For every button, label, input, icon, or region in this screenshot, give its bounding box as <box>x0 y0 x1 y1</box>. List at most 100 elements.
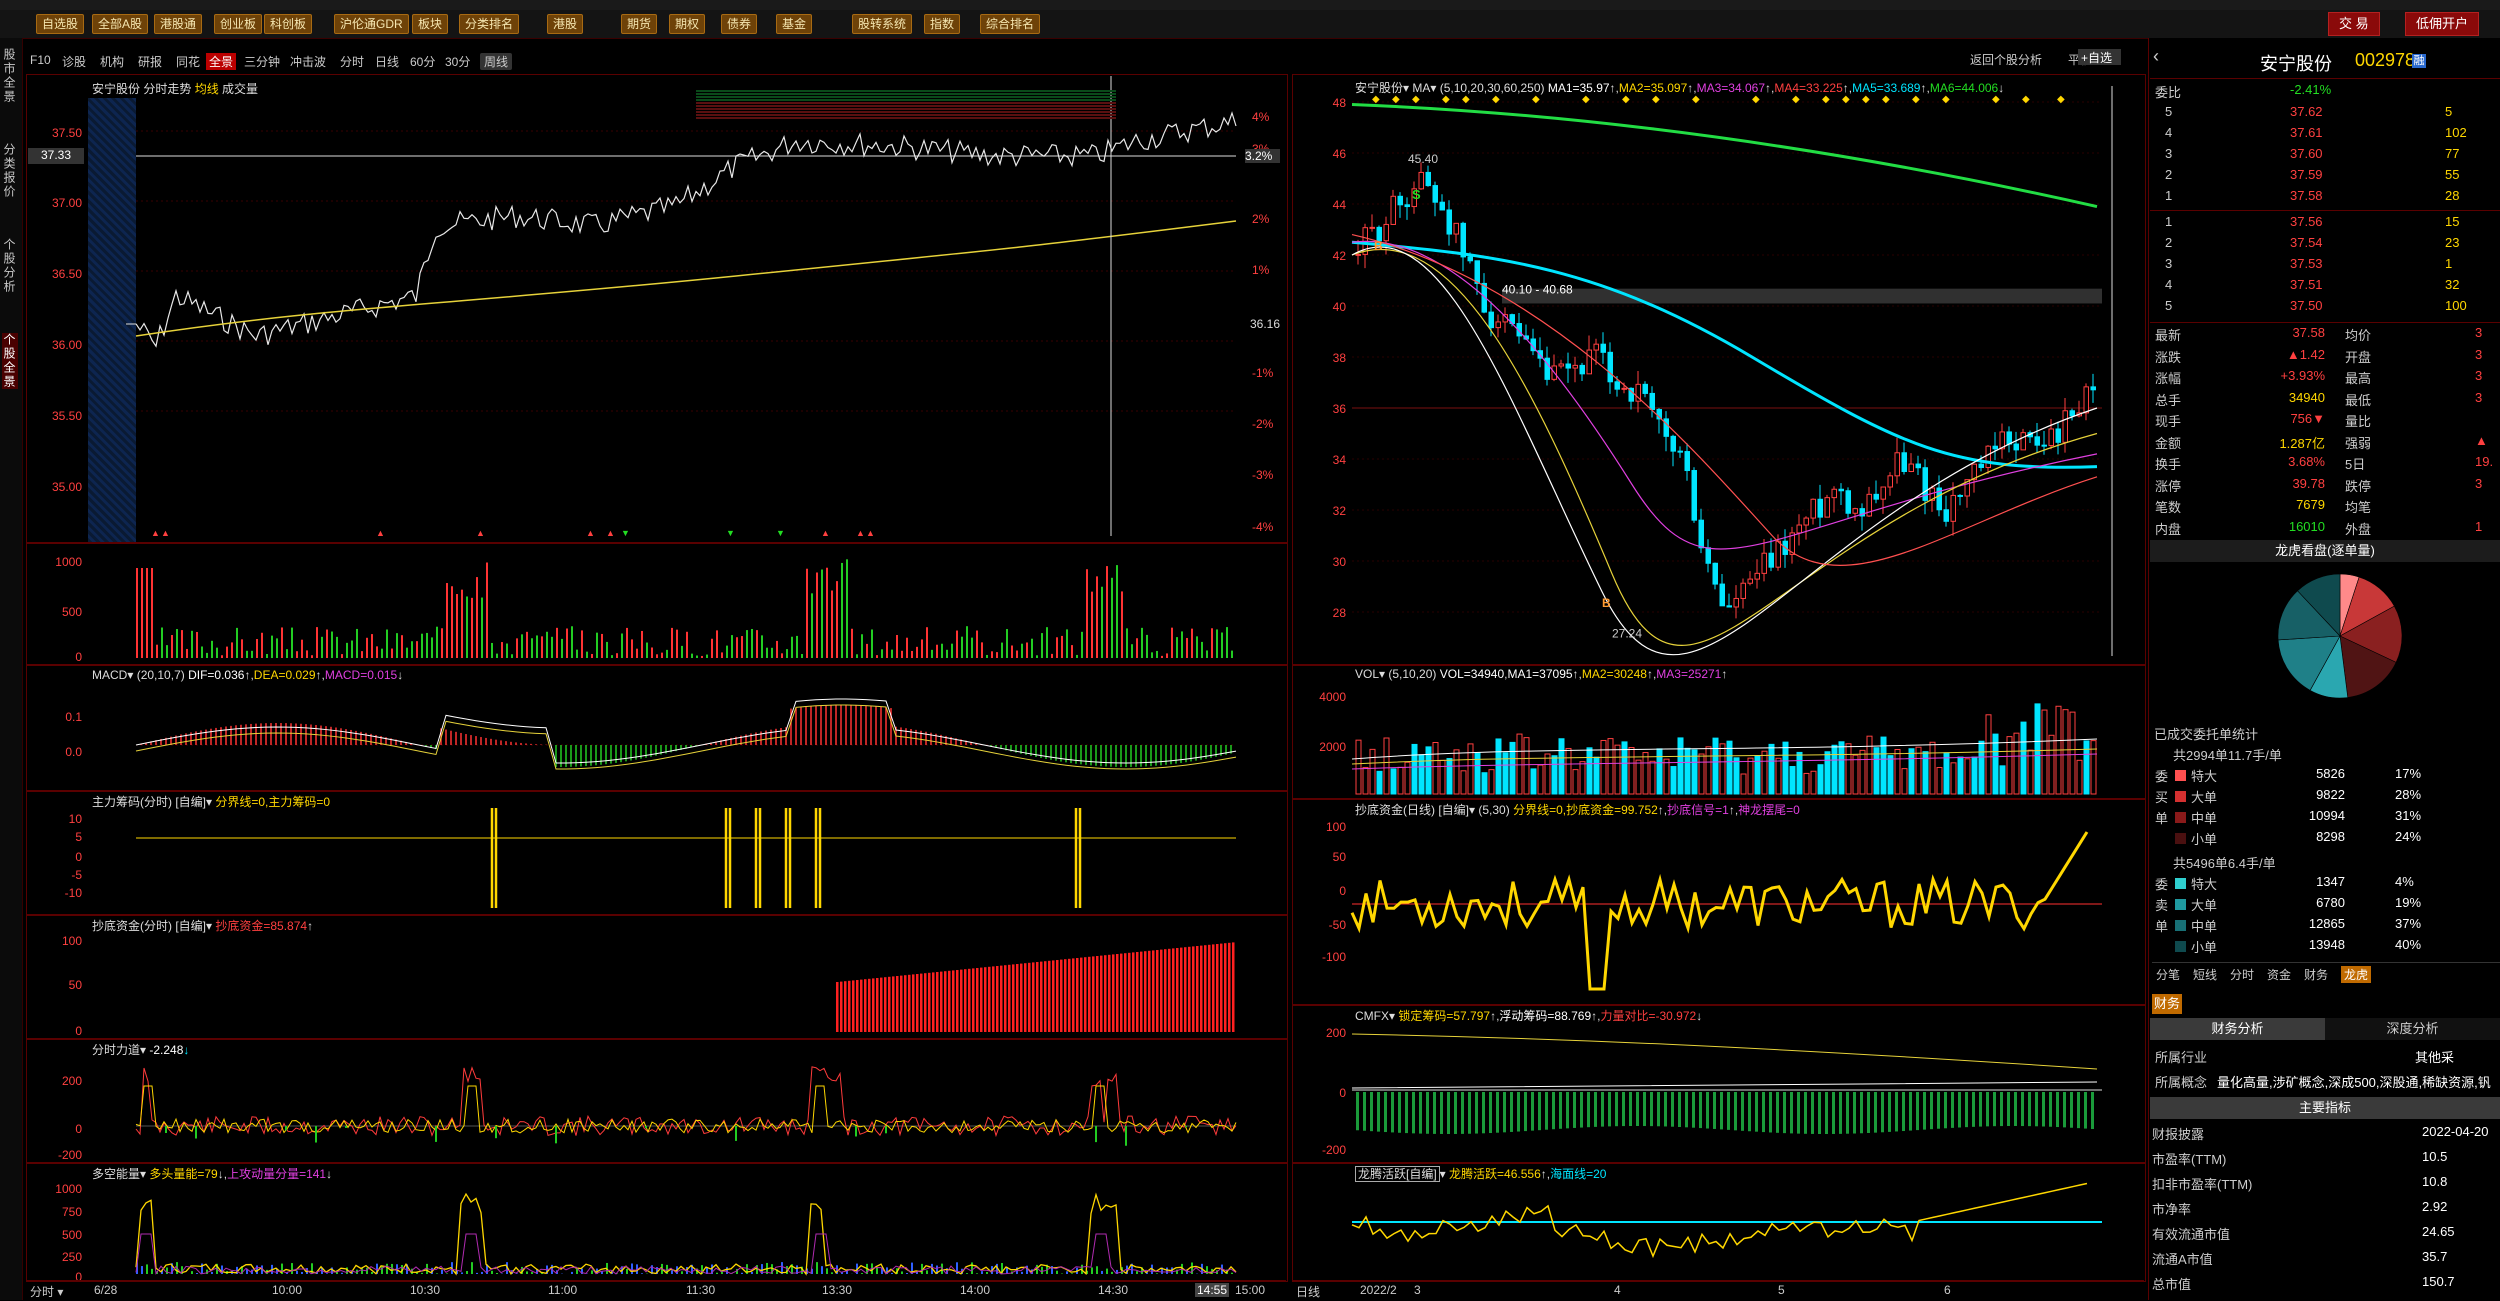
margin-account-button[interactable]: 低佣开户 <box>2405 12 2479 36</box>
tab-market-overview[interactable]: 股市全景 <box>2 48 18 104</box>
dvol-axis-label: 4000 <box>1304 690 1346 704</box>
toolbar-button-10[interactable]: 期权 <box>669 14 705 34</box>
period-intraday[interactable]: 分时 <box>340 53 364 70</box>
intraday-period-button[interactable]: 分时 ▾ <box>30 1283 63 1300</box>
daily-price-axis-label: 34 <box>1304 453 1346 467</box>
toolbar-button-8[interactable]: 港股 <box>547 14 583 34</box>
research-button[interactable]: 研报 <box>138 53 162 70</box>
quote-tab-4[interactable]: 财务 <box>2304 966 2328 983</box>
svg-text:▲: ▲ <box>376 528 385 538</box>
quote-tab-5[interactable]: 龙虎 <box>2341 966 2371 983</box>
toolbar-button-9[interactable]: 期货 <box>621 14 657 34</box>
stat-label: 涨幅 <box>2155 368 2181 387</box>
toolbar-button-2[interactable]: 港股通 <box>154 14 202 34</box>
trade-button[interactable]: 交 易 <box>2328 12 2380 36</box>
account-icon[interactable]: 融 <box>2412 54 2426 68</box>
price-axis-label: 35.00 <box>40 480 82 494</box>
tonghua-button[interactable]: 同花 <box>176 53 200 70</box>
toolbar-button-0[interactable]: 自选股 <box>36 14 84 34</box>
macd-axis-label: 0.0 <box>40 745 82 759</box>
vol-axis-label: 0 <box>40 650 82 664</box>
metric-row: 市盈率(TTM)10.5 <box>2152 1149 2497 1171</box>
toolbar-button-5[interactable]: 沪伦通GDR <box>334 14 409 34</box>
fs-axis-label: 0 <box>40 1122 82 1136</box>
stat-value: ▲ <box>2475 433 2488 448</box>
time-axis-label: 11:30 <box>686 1283 715 1297</box>
stat-label: 均价 <box>2345 325 2371 344</box>
base-price-label: 36.16 <box>1250 317 1280 331</box>
stat-row: 涨跌▲1.42开盘3 <box>2155 347 2500 367</box>
svg-text:◆: ◆ <box>1532 94 1540 105</box>
color-swatch <box>2175 941 2186 952</box>
buy-level-row: 337.531 <box>2155 256 2500 276</box>
color-swatch <box>2175 920 2186 931</box>
intraday-time-axis <box>26 1280 1286 1301</box>
toolbar-button-4[interactable]: 科创板 <box>264 14 312 34</box>
toolbar-button-13[interactable]: 股转系统 <box>852 14 912 34</box>
tab-stock-analysis[interactable]: 个股分析 <box>2 238 18 294</box>
toolbar-button-6[interactable]: 板块 <box>412 14 448 34</box>
order-size-label: 中单 <box>2191 808 2217 827</box>
order-count: 8298 <box>2255 829 2345 844</box>
quote-tab-1[interactable]: 短线 <box>2193 966 2217 983</box>
finance-tab[interactable]: 财务 <box>2152 994 2182 1014</box>
metric-label: 市净率 <box>2152 1199 2191 1218</box>
zl-axis-label: 5 <box>40 830 82 844</box>
deep-analysis-tab[interactable]: 深度分析 <box>2325 1018 2500 1040</box>
long-short-energy-chart <box>136 1180 1236 1278</box>
metric-value: 10.8 <box>2422 1174 2447 1189</box>
price-axis-label: 37.50 <box>40 126 82 140</box>
preopen-area <box>88 98 136 542</box>
daily-time-axis-label: 4 <box>1614 1283 1621 1297</box>
divider <box>2150 322 2500 323</box>
daily-volume-bars <box>1352 684 2102 796</box>
period-60min[interactable]: 60分 <box>410 53 435 70</box>
toolbar-button-7[interactable]: 分类排名 <box>459 14 519 34</box>
toolbar-button-11[interactable]: 债券 <box>721 14 757 34</box>
price-axis-label: 35.50 <box>40 409 82 423</box>
f10-button[interactable]: F10 <box>30 53 51 67</box>
svg-text:◆: ◆ <box>1442 94 1450 105</box>
toolbar-button-14[interactable]: 指数 <box>924 14 960 34</box>
zl-axis-label: -10 <box>40 886 82 900</box>
daily-time-axis-label: 6 <box>1944 1283 1951 1297</box>
finance-analysis-tab[interactable]: 财务分析 <box>2150 1018 2325 1040</box>
svg-text:▲: ▲ <box>161 528 170 538</box>
svg-text:◆: ◆ <box>1842 94 1850 105</box>
time-axis-label: 14:30 <box>1098 1283 1128 1297</box>
svg-text:▲: ▲ <box>151 528 160 538</box>
buy-level: 5 <box>2165 298 2172 313</box>
bottom-fund-daily-title: 抄底资金(日线) [自编]▾ (5,30) 分界线=0,抄底资金=99.752↑… <box>1355 801 1800 818</box>
toolbar-button-3[interactable]: 创业板 <box>214 14 262 34</box>
metric-label: 财报披露 <box>2152 1124 2204 1143</box>
tab-stock-panorama[interactable]: 个股全景 <box>2 333 18 389</box>
period-30min[interactable]: 30分 <box>445 53 470 70</box>
quote-tab-3[interactable]: 资金 <box>2267 966 2291 983</box>
three-min-button[interactable]: 三分钟 <box>244 53 280 70</box>
impact-wave-button[interactable]: 冲击波 <box>290 53 326 70</box>
back-to-analysis-button[interactable]: 返回个股分析 <box>1970 51 2042 68</box>
dragon-active-title: 龙腾活跃[自编]▾ 龙腾活跃=46.556↑,海面线=20 <box>1355 1165 1606 1182</box>
price-axis-label: 37.00 <box>40 196 82 210</box>
svg-text:B: B <box>1602 596 1611 610</box>
diagnose-button[interactable]: 诊股 <box>62 53 86 70</box>
stat-row: 涨幅+3.93%最高3 <box>2155 368 2500 388</box>
quote-tab-0[interactable]: 分笔 <box>2156 966 2180 983</box>
stat-value: 3.68% <box>2245 454 2325 469</box>
panorama-button[interactable]: 全景 <box>206 53 236 70</box>
tab-category-quote[interactable]: 分类报价 <box>2 143 18 199</box>
period-daily[interactable]: 日线 <box>375 53 399 70</box>
toolbar-button-15[interactable]: 综合排名 <box>980 14 1040 34</box>
toolbar-button-12[interactable]: 基金 <box>776 14 812 34</box>
collapse-panel-icon[interactable]: ‹ <box>2153 46 2159 67</box>
toolbar-button-1[interactable]: 全部A股 <box>92 14 148 34</box>
sell-price: 37.59 <box>2290 167 2323 182</box>
main-metrics-header: 主要指标 <box>2150 1097 2500 1119</box>
time-axis-label: 10:00 <box>272 1283 302 1297</box>
dcd-axis-label: 0 <box>1304 884 1346 898</box>
order-size-label: 大单 <box>2191 787 2217 806</box>
period-weekly[interactable]: 周线 <box>480 53 512 70</box>
institution-button[interactable]: 机构 <box>100 53 124 70</box>
add-watchlist-button[interactable]: +自选 <box>2078 49 2121 65</box>
quote-tab-2[interactable]: 分时 <box>2230 966 2254 983</box>
